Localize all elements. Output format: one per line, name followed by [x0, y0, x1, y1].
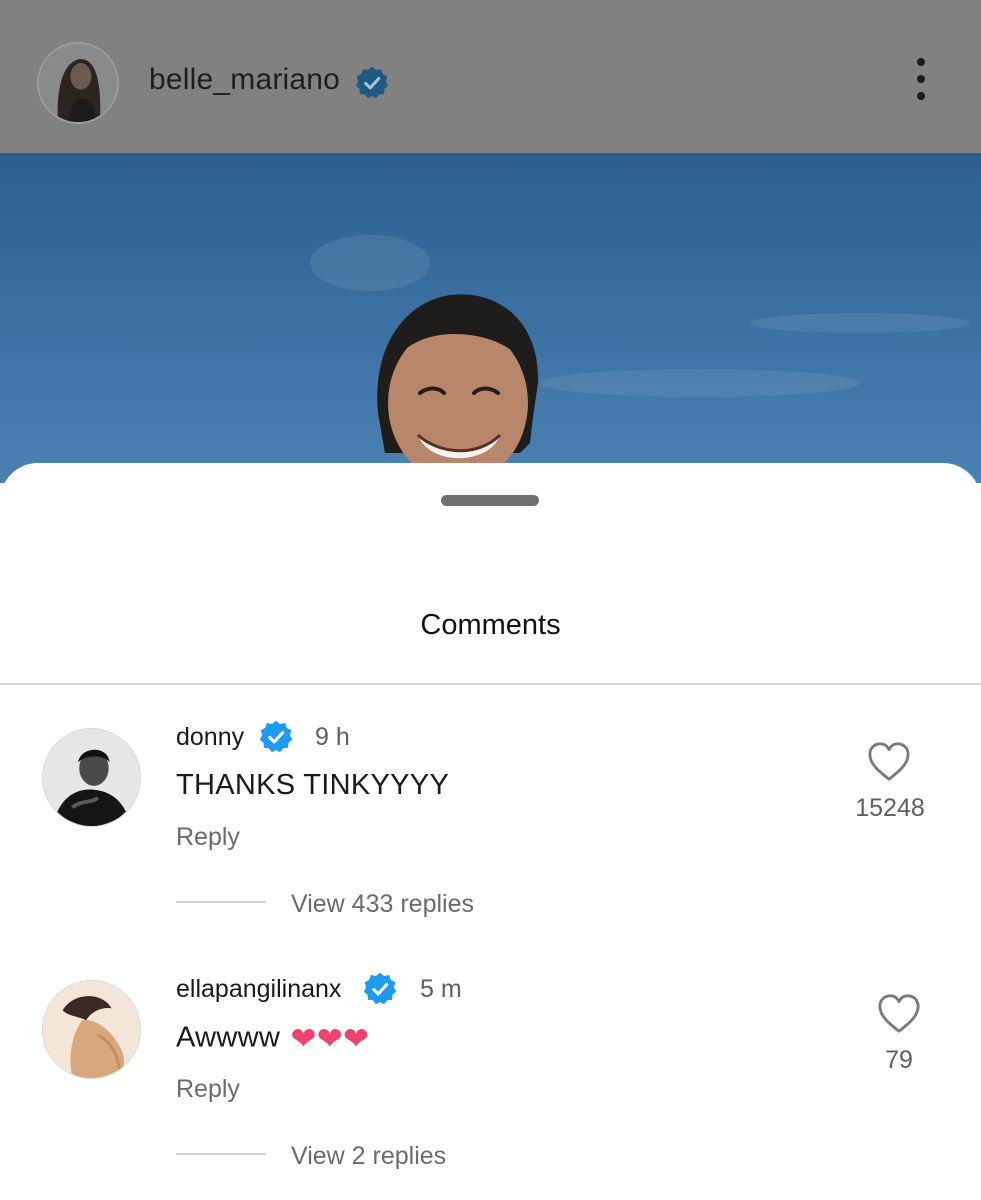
comment-username[interactable]: ellapangilinanx [176, 975, 341, 1004]
reply-button[interactable]: Reply [176, 1075, 240, 1104]
post-photo [0, 153, 981, 483]
comments-sheet: Comments donny 9 h THANKS TINKYYYY Reply… [0, 463, 981, 1200]
post-header: belle_mariano [0, 0, 981, 153]
sheet-title: Comments [420, 609, 561, 641]
commenter-avatar[interactable] [42, 980, 141, 1079]
view-replies-button[interactable]: View 2 replies [291, 1142, 446, 1171]
reply-button[interactable]: Reply [176, 823, 240, 852]
comment-text: Awwww ❤❤❤ [176, 1021, 369, 1057]
replies-divider [176, 901, 266, 903]
profile-avatar[interactable] [37, 42, 119, 124]
comment-time: 9 h [315, 723, 350, 751]
divider [0, 683, 981, 685]
like-count: 15248 [855, 794, 925, 822]
verified-badge-icon [363, 972, 397, 1005]
comment-text-content: Awwww [176, 1021, 281, 1054]
comment-username[interactable]: donny [176, 723, 244, 752]
drag-handle[interactable] [441, 495, 539, 506]
like-count: 79 [885, 1046, 913, 1074]
more-vertical-icon[interactable] [904, 58, 938, 108]
view-replies-button[interactable]: View 433 replies [291, 890, 474, 919]
verified-badge-icon [259, 720, 293, 753]
post-username[interactable]: belle_mariano [149, 63, 340, 97]
comment-text: THANKS TINKYYYY [176, 769, 450, 801]
verified-badge-icon [355, 66, 389, 99]
comment-time: 5 m [420, 975, 462, 1003]
like-heart-icon[interactable] [866, 741, 912, 783]
heart-emoji-group: ❤❤❤ [290, 1021, 370, 1056]
like-heart-icon[interactable] [876, 993, 922, 1035]
replies-divider [176, 1153, 266, 1155]
commenter-avatar[interactable] [42, 728, 141, 827]
